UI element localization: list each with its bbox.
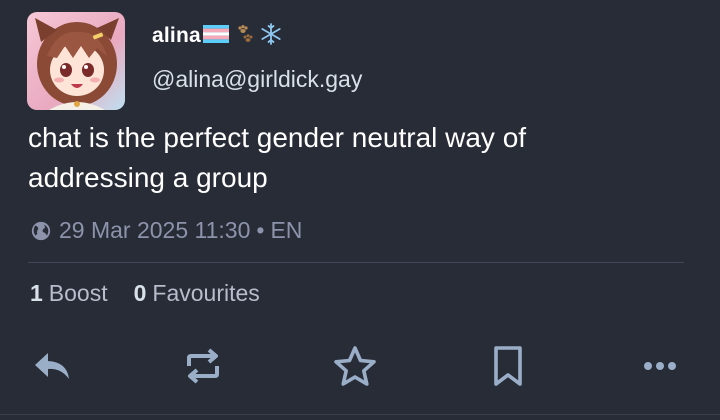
meta-separator: • [256,217,265,243]
avatar-image [27,12,125,110]
reply-icon [33,351,71,386]
bottom-divider [0,414,720,415]
post-stats: 1 Boost 0 Favourites [30,280,286,307]
more-dots-icon [642,359,678,377]
post-timestamp[interactable]: 29 Mar 2025 11:30 [59,217,250,244]
reply-button[interactable] [24,340,80,396]
account-handle[interactable]: @alina@girldick.gay [152,66,362,93]
boosts-count-link[interactable]: 1 Boost [30,280,108,307]
favourite-label: Favourites [152,280,260,306]
globe-icon [30,220,52,242]
boost-count: 1 [30,280,43,306]
bookmark-icon [492,345,524,392]
divider [28,262,684,263]
bookmark-button[interactable] [480,340,536,396]
display-name-row[interactable]: alina [152,22,283,50]
boost-button[interactable] [175,340,231,396]
more-button[interactable] [632,340,688,396]
post-content: chat is the perfect gender neutral way o… [28,122,527,193]
snowflake-emoji [259,22,283,51]
display-name[interactable]: alina [152,24,201,48]
post-meta: 29 Mar 2025 11:30 • EN [30,217,302,244]
action-bar [0,340,720,396]
avatar[interactable] [27,12,125,110]
status-post: alina @alina@girldick.gay chat is the pe… [0,0,720,420]
boost-icon [183,346,223,391]
favourite-star-icon [333,345,377,392]
paw-prints-emoji [233,22,257,51]
boost-label: Boost [48,280,108,306]
favourite-count: 0 [133,280,147,306]
favourite-button[interactable] [327,340,383,396]
trans-flag-emoji [202,24,229,48]
favourites-count-link[interactable]: 0 Favourites [134,280,260,307]
post-language: EN [270,217,303,243]
